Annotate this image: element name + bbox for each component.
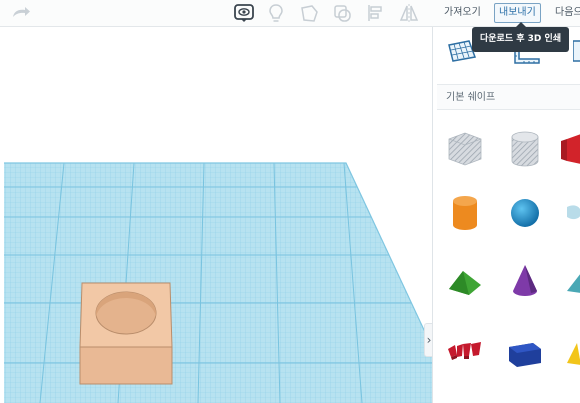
- cylinder-shape[interactable]: [443, 191, 487, 235]
- sphere-shape[interactable]: [503, 191, 547, 235]
- redo-icon[interactable]: [10, 3, 32, 23]
- box-with-hole-model[interactable]: [79, 282, 173, 385]
- pyramid-shape[interactable]: [561, 329, 580, 373]
- roof-shape[interactable]: [443, 259, 487, 303]
- shape-category-dropdown[interactable]: 기본 쉐이프: [437, 84, 580, 110]
- duplicate-icon[interactable]: [332, 3, 354, 23]
- round-roof-shape[interactable]: [561, 259, 580, 303]
- workplane-icon[interactable]: [299, 3, 321, 23]
- box-hole-shape[interactable]: [443, 127, 487, 171]
- view-cube-icon[interactable]: [572, 37, 580, 69]
- mirror-icon[interactable]: [398, 3, 420, 23]
- top-toolbar: 가져오기 내보내기 다음으: [0, 0, 580, 27]
- 3d-viewport[interactable]: ›: [0, 27, 432, 403]
- shapes-panel: 기본 쉐이프: [432, 27, 580, 403]
- collapse-panel-handle[interactable]: ›: [424, 323, 432, 357]
- import-button[interactable]: 가져오기: [440, 3, 485, 23]
- cone-shape[interactable]: [503, 259, 547, 303]
- show-all-icon[interactable]: [233, 3, 255, 23]
- send-to-button[interactable]: 다음으: [551, 3, 580, 23]
- text-shape[interactable]: [443, 329, 487, 373]
- cylinder-hole-shape[interactable]: [503, 127, 547, 171]
- polygon-shape[interactable]: [503, 329, 547, 373]
- note-icon[interactable]: [266, 3, 286, 23]
- export-tooltip: 다운로드 후 3D 인쇄: [472, 22, 570, 52]
- workplane-grid[interactable]: [0, 157, 432, 403]
- scribble-shape[interactable]: [561, 191, 580, 235]
- export-button[interactable]: 내보내기: [494, 3, 541, 23]
- align-icon[interactable]: [366, 3, 386, 23]
- box-shape[interactable]: [561, 127, 580, 171]
